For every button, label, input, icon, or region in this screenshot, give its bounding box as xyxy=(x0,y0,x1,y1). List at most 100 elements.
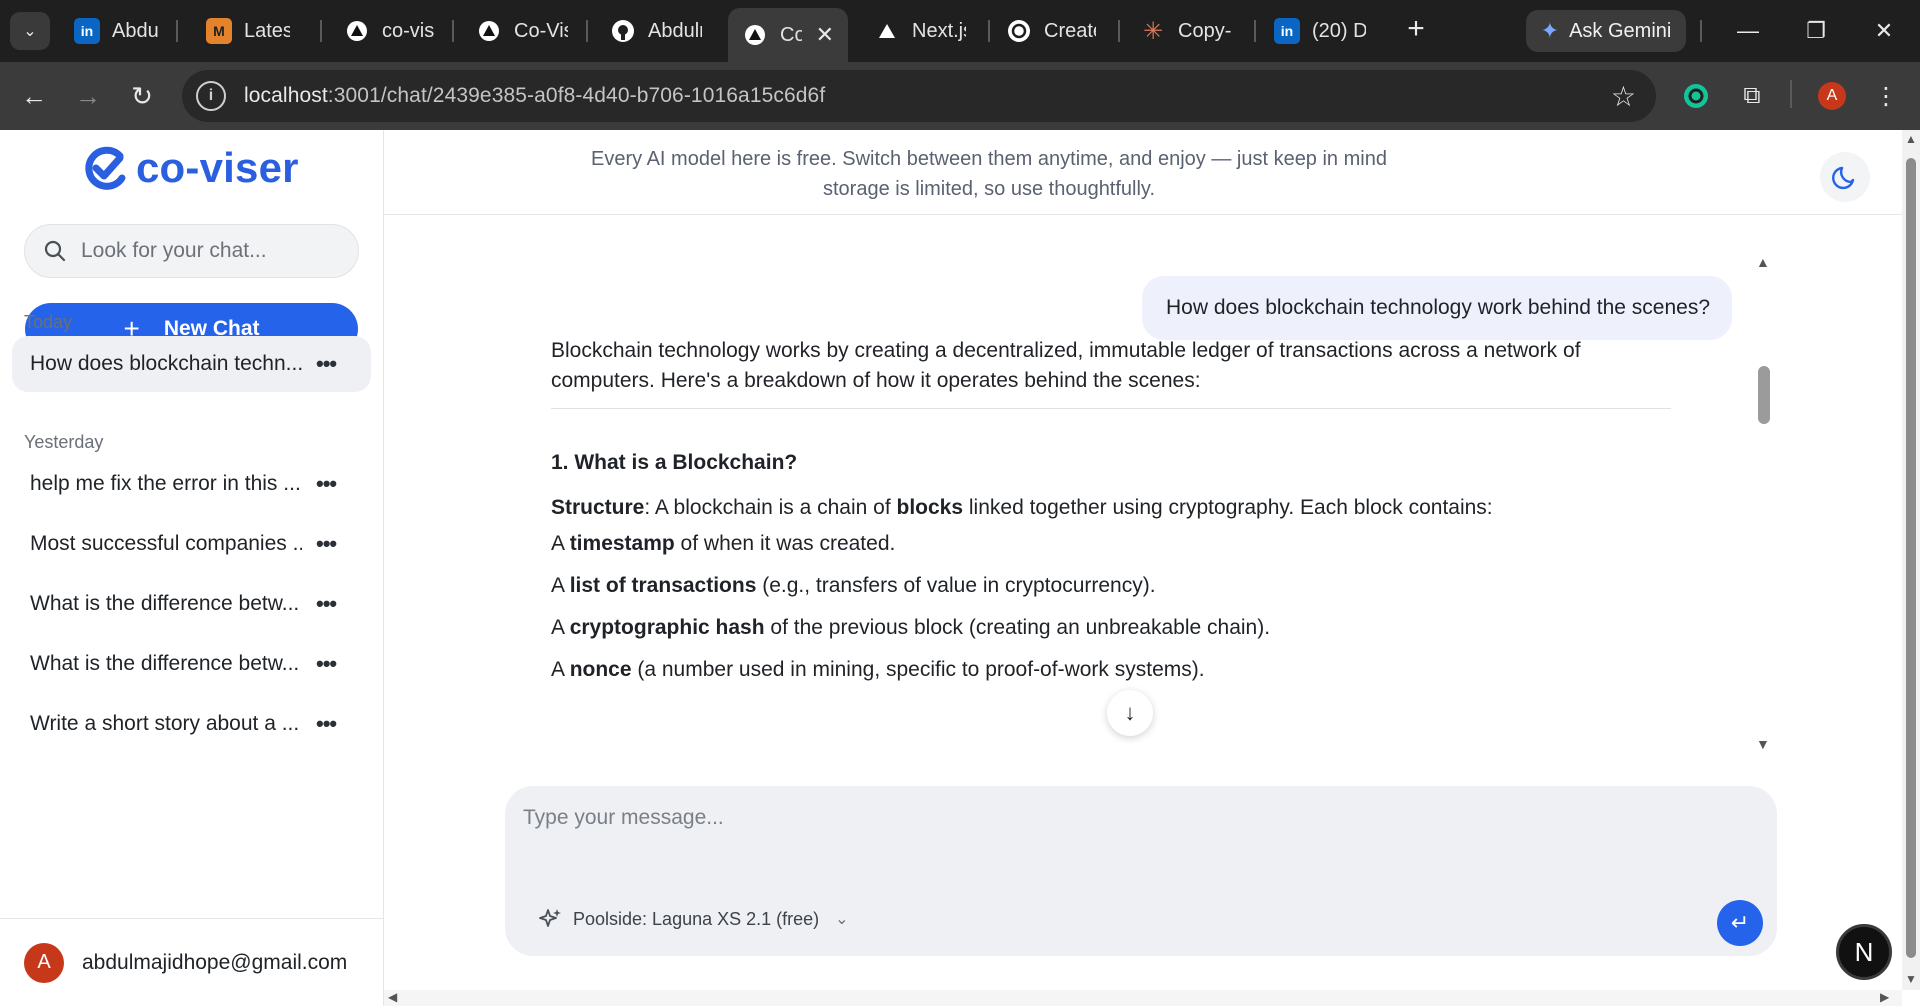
chat-item[interactable]: Most successful companies ... ••• xyxy=(12,516,371,572)
profile-button[interactable]: A xyxy=(1812,76,1852,116)
browser-tab[interactable]: in (20) De xyxy=(1260,8,1380,54)
extensions-puzzle-icon[interactable]: ⧉ xyxy=(1732,76,1772,116)
tab-search-button[interactable]: ⌄ xyxy=(10,12,50,50)
page-scrollbar-thumb[interactable] xyxy=(1906,158,1916,958)
search-icon xyxy=(44,240,66,262)
browser-menu-icon[interactable]: ⋮ xyxy=(1866,76,1906,116)
chat-item[interactable]: What is the difference betw... ••• xyxy=(12,636,371,692)
url-text[interactable]: localhost:3001/chat/2439e385-a0f8-4d40-b… xyxy=(244,84,825,108)
more-options-icon[interactable]: ••• xyxy=(316,471,337,497)
user-account[interactable]: A abdulmajidhope@gmail.com xyxy=(0,918,383,1006)
address-bar[interactable]: i localhost:3001/chat/2439e385-a0f8-4d40… xyxy=(182,70,1656,122)
minimize-button[interactable]: — xyxy=(1724,12,1772,50)
search-input[interactable] xyxy=(81,239,341,263)
more-options-icon[interactable]: ••• xyxy=(316,351,337,377)
new-tab-button[interactable]: + xyxy=(1400,14,1432,46)
chevron-down-icon: ⌄ xyxy=(835,911,849,928)
site-info-icon[interactable]: i xyxy=(196,81,226,111)
chat-item[interactable]: help me fix the error in this ... ••• xyxy=(12,456,371,512)
divider xyxy=(551,408,1671,409)
openai-icon xyxy=(1006,18,1032,44)
chat-item[interactable]: Write a short story about a ... ••• xyxy=(12,696,371,752)
chat-item-active[interactable]: How does blockchain techn... ••• xyxy=(12,336,371,392)
gemini-sparkle-icon: ✦ xyxy=(1540,18,1560,43)
user-message: How does blockchain technology work behi… xyxy=(1142,276,1732,340)
scroll-up-arrow[interactable]: ▲ xyxy=(1905,132,1917,146)
avatar: A xyxy=(24,942,64,983)
chat-item[interactable]: What is the difference betw... ••• xyxy=(12,576,371,632)
scroll-to-bottom-button[interactable]: ↓ xyxy=(1107,690,1153,736)
more-options-icon[interactable]: ••• xyxy=(316,711,337,737)
reload-button[interactable]: ↻ xyxy=(122,76,162,116)
tab-separator xyxy=(988,20,990,42)
browser-tab-active[interactable]: Co- ✕ xyxy=(728,8,848,62)
back-button[interactable]: ← xyxy=(14,76,54,116)
browser-tab[interactable]: Abdulm xyxy=(596,8,716,54)
scroll-down-arrow[interactable]: ▼ xyxy=(1905,972,1917,986)
arrow-right-icon: → xyxy=(75,80,101,111)
chat-main: Every AI model here is free. Switch betw… xyxy=(384,130,1904,1006)
scroll-right-arrow[interactable]: ▶ xyxy=(1880,990,1889,1004)
answer-bullet: A cryptographic hash of the previous blo… xyxy=(551,616,1271,639)
more-options-icon[interactable]: ••• xyxy=(316,531,337,557)
tab-separator xyxy=(1118,20,1120,42)
answer-structure: Structure: A blockchain is a chain of bl… xyxy=(551,496,1493,519)
enter-arrow-icon: ↵ xyxy=(1730,910,1750,935)
triangle-icon xyxy=(476,18,502,44)
page-horizontal-scrollbar[interactable]: ◀ ▶ xyxy=(384,990,1902,1006)
brand-logo[interactable]: co-viser xyxy=(80,142,299,194)
linkedin-icon: in xyxy=(74,18,100,44)
claude-icon: ✳ xyxy=(1142,17,1164,45)
more-options-icon[interactable]: ••• xyxy=(316,591,337,617)
answer-bullet: A timestamp of when it was created. xyxy=(551,532,896,555)
reload-icon: ↻ xyxy=(131,80,153,111)
tab-separator xyxy=(176,20,178,42)
close-icon[interactable]: ✕ xyxy=(816,22,834,48)
sparkles-icon xyxy=(539,909,561,927)
answer-intro: Blockchain technology works by creating … xyxy=(551,339,1581,392)
theme-toggle-button[interactable] xyxy=(1820,152,1870,202)
browser-tab[interactable]: Next.js: xyxy=(860,8,980,54)
scroll-left-arrow[interactable]: ◀ xyxy=(388,990,397,1004)
ask-gemini-button[interactable]: ✦ Ask Gemini xyxy=(1526,10,1686,52)
browser-tab[interactable]: M Latest J xyxy=(192,8,304,54)
arrow-down-icon: ↓ xyxy=(1124,700,1136,725)
scroll-up-arrow[interactable]: ▲ xyxy=(1756,254,1770,270)
triangle-icon xyxy=(344,18,370,44)
chat-search[interactable] xyxy=(24,224,359,278)
coviser-logo-icon xyxy=(85,146,126,190)
send-button[interactable]: ↵ xyxy=(1717,900,1763,946)
window-close-button[interactable]: ✕ xyxy=(1860,12,1908,50)
message-composer: Poolside: Laguna XS 2.1 (free) ⌄ ↵ xyxy=(505,786,1777,956)
nextjs-dev-badge[interactable]: N xyxy=(1836,924,1892,980)
toolbar-separator xyxy=(1790,80,1792,108)
model-selector[interactable]: Poolside: Laguna XS 2.1 (free) ⌄ xyxy=(537,906,849,932)
group-label-today: Today xyxy=(24,312,73,332)
browser-tab[interactable]: co-viser xyxy=(330,8,448,54)
m-logo-icon: M xyxy=(206,18,232,44)
banner-text: Every AI model here is free. Switch betw… xyxy=(591,148,1387,200)
github-icon xyxy=(610,18,636,44)
message-input[interactable] xyxy=(523,806,1743,856)
page-vertical-scrollbar[interactable]: ▲ ▼ xyxy=(1902,130,1920,990)
chat-sidebar: co-viser + New Chat Today How does block… xyxy=(0,130,384,1006)
browser-tab[interactable]: ✳ Copy-p xyxy=(1126,8,1246,54)
browser-tabstrip: ⌄ in Abdulm M Latest J co-viser Co-Vise … xyxy=(0,0,1920,62)
more-options-icon[interactable]: ••• xyxy=(316,651,337,677)
browser-tab[interactable]: Create ( xyxy=(992,8,1110,54)
bookmark-star-icon[interactable]: ☆ xyxy=(1611,80,1636,113)
browser-tab[interactable]: Co-Vise xyxy=(462,8,582,54)
browser-tab[interactable]: in Abdulm xyxy=(60,8,172,54)
restore-button[interactable]: ❐ xyxy=(1792,12,1840,50)
moon-icon xyxy=(1832,166,1855,190)
forward-button[interactable]: → xyxy=(68,76,108,116)
triangle-icon xyxy=(742,22,768,48)
answer-bullet: A nonce (a number used in mining, specif… xyxy=(551,658,1205,681)
scroll-down-arrow[interactable]: ▼ xyxy=(1756,736,1770,752)
message-scrollbar-thumb[interactable] xyxy=(1758,366,1770,424)
tab-separator xyxy=(586,20,588,42)
extension-grammarly-icon[interactable] xyxy=(1676,76,1716,116)
tab-separator xyxy=(320,20,322,42)
linkedin-icon: in xyxy=(1274,18,1300,44)
arrow-left-icon: ← xyxy=(21,80,47,111)
